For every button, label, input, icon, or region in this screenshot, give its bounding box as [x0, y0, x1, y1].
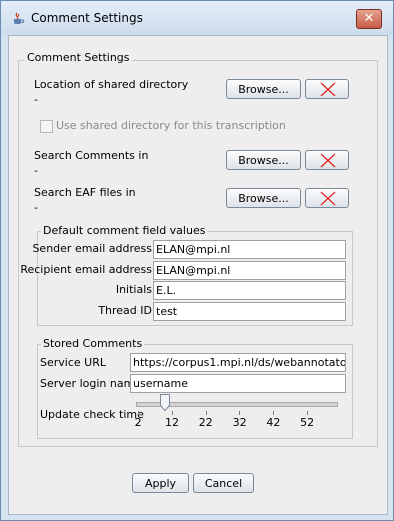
search-comments-value: -: [34, 164, 38, 177]
shared-dir-value: -: [34, 93, 38, 106]
initials-field[interactable]: E.L.: [153, 281, 346, 300]
use-shared-label: Use shared directory for this transcript…: [56, 119, 286, 132]
shared-dir-browse-button[interactable]: Browse...: [226, 79, 301, 99]
dialog-window: Comment Settings ✕ Comment Settings Loca…: [0, 0, 394, 521]
thread-id-label: Thread ID: [98, 304, 152, 317]
shared-dir-label: Location of shared directory: [34, 78, 189, 91]
cancel-button[interactable]: Cancel: [193, 473, 254, 493]
recipient-email-field[interactable]: ELAN@mpi.nl: [153, 261, 346, 280]
slider-thumb-icon: [160, 394, 171, 412]
slider-tick: [239, 411, 241, 415]
login-name-label: Server login name: [40, 377, 142, 390]
search-comments-clear-button[interactable]: [305, 150, 349, 170]
title-bar[interactable]: Comment Settings ✕: [1, 1, 393, 35]
slider-tick-label: 22: [198, 416, 213, 429]
recipient-email-label: Recipient email address: [20, 263, 152, 276]
search-eaf-browse-button[interactable]: Browse...: [226, 188, 301, 208]
stored-comments-group-title: Stored Comments: [41, 337, 145, 350]
delete-x-icon: [320, 153, 336, 168]
slider-tick-label: 32: [232, 416, 247, 429]
slider-tick: [205, 411, 207, 415]
slider-tick-label: 42: [266, 416, 281, 429]
thread-id-field[interactable]: test: [153, 302, 346, 321]
service-url-label: Service URL: [40, 356, 106, 369]
update-check-label: Update check time: [40, 408, 144, 421]
delete-x-icon: [320, 191, 336, 206]
search-comments-browse-button[interactable]: Browse...: [226, 150, 301, 170]
update-check-slider[interactable]: 2 12 22 32 42 52: [134, 392, 340, 436]
search-eaf-clear-button[interactable]: [305, 188, 349, 208]
search-comments-label: Search Comments in: [34, 149, 149, 162]
apply-button[interactable]: Apply: [132, 473, 189, 493]
window-title: Comment Settings: [31, 11, 143, 25]
slider-thumb[interactable]: [160, 394, 171, 412]
slider-tick-label: 2: [134, 416, 142, 429]
slider-tick: [273, 411, 275, 415]
slider-tick: [138, 411, 139, 415]
search-eaf-value: -: [34, 201, 38, 214]
java-cup-icon: [14, 12, 25, 24]
close-button[interactable]: ✕: [356, 9, 382, 29]
slider-tick: [306, 411, 308, 415]
shared-dir-clear-button[interactable]: [305, 79, 349, 99]
login-name-field[interactable]: username: [130, 374, 346, 393]
slider-tick-label: 12: [164, 416, 179, 429]
slider-tick: [171, 411, 173, 415]
service-url-field[interactable]: https://corpus1.mpi.nl/ds/webannotator-b…: [130, 353, 346, 372]
sender-email-field[interactable]: ELAN@mpi.nl: [153, 240, 346, 259]
search-eaf-label: Search EAF files in: [34, 186, 136, 199]
close-icon: ✕: [363, 11, 375, 26]
initials-label: Initials: [115, 283, 152, 296]
sender-email-label: Sender email address: [32, 242, 152, 255]
defaults-group-title: Default comment field values: [41, 224, 208, 237]
comment-settings-group-title: Comment Settings: [25, 51, 132, 64]
dialog-content: Comment Settings Location of shared dire…: [8, 35, 388, 515]
slider-tick-label: 52: [300, 416, 315, 429]
use-shared-checkbox[interactable]: [40, 120, 53, 133]
delete-x-icon: [320, 82, 336, 97]
